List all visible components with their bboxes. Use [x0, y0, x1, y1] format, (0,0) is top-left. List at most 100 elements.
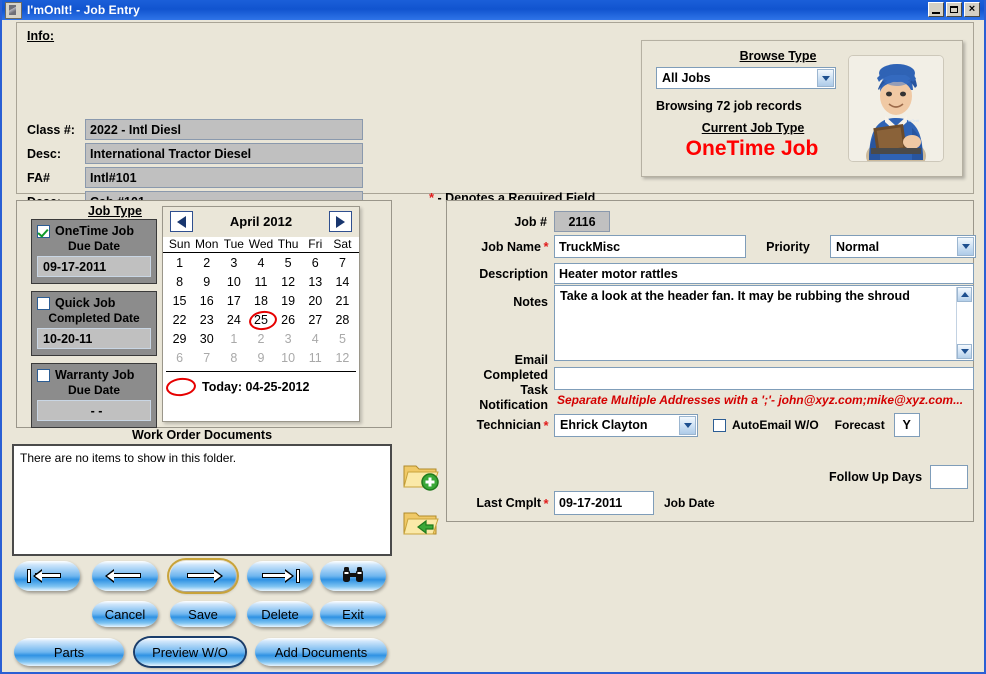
exit-button[interactable]: Exit — [320, 601, 386, 627]
job-name-input[interactable]: TruckMisc — [554, 235, 746, 258]
parts-button[interactable]: Parts — [14, 638, 124, 666]
calendar-day-cell[interactable]: 25 — [247, 310, 274, 329]
calendar-day-cell[interactable]: 30 — [193, 329, 220, 348]
previous-record-button[interactable] — [92, 561, 158, 591]
calendar-day-cell[interactable]: 9 — [247, 348, 274, 367]
maximize-button[interactable] — [946, 2, 962, 17]
calendar-day-cell[interactable]: 29 — [166, 329, 193, 348]
calendar-day-cell[interactable]: 22 — [166, 310, 193, 329]
job-type-onetime[interactable]: OneTime Job Due Date 09-17-2011 — [31, 219, 157, 284]
first-record-button[interactable] — [14, 561, 80, 591]
calendar-day-cell[interactable]: 5 — [275, 253, 302, 272]
onetime-date-value[interactable]: 09-17-2011 — [37, 256, 151, 277]
chevron-down-icon[interactable] — [817, 69, 834, 87]
calendar-day-cell[interactable]: 11 — [247, 272, 274, 291]
calendar-day-cell[interactable]: 14 — [329, 272, 356, 291]
calendar-day-cell[interactable]: 19 — [275, 291, 302, 310]
notes-textarea[interactable]: Take a look at the header fan. It may be… — [554, 285, 974, 361]
calendar-day-cell[interactable]: 3 — [220, 253, 247, 272]
calendar-day-cell[interactable]: 2 — [247, 329, 274, 348]
folder-open-icon[interactable] — [402, 505, 440, 539]
calendar-day-cell[interactable]: 4 — [247, 253, 274, 272]
quick-job-checkbox[interactable] — [37, 296, 50, 310]
delete-button[interactable]: Delete — [247, 601, 313, 627]
browse-type-select[interactable]: All Jobs — [656, 67, 836, 89]
minimize-button[interactable] — [928, 2, 944, 17]
last-cmplt-input[interactable]: 09-17-2011 — [554, 491, 654, 515]
calendar-day-cell[interactable]: 16 — [193, 291, 220, 310]
warranty-date-value[interactable]: - - — [37, 400, 151, 421]
scroll-up-icon[interactable] — [957, 287, 972, 302]
followup-input[interactable] — [930, 465, 969, 489]
info-row-desc1: Desc: International Tractor Diesel — [27, 143, 363, 164]
calendar-day-cell[interactable]: 12 — [329, 348, 356, 367]
calendar-day-cell[interactable]: 8 — [220, 348, 247, 367]
email-input[interactable] — [554, 367, 974, 390]
calendar-day-cell[interactable]: 8 — [166, 272, 193, 291]
info-value-desc1: International Tractor Diesel — [85, 143, 363, 164]
calendar-day-cell[interactable]: 2 — [193, 253, 220, 272]
calendar-day-cell[interactable]: 24 — [220, 310, 247, 329]
warranty-job-checkbox[interactable] — [37, 368, 50, 382]
close-button[interactable]: × — [964, 2, 980, 17]
calendar-day-headers: Sun Mon Tue Wed Thu Fri Sat — [163, 237, 359, 253]
next-record-button[interactable] — [167, 558, 239, 594]
email-hint-text: Separate Multiple Addresses with a ';'- … — [557, 393, 964, 407]
cancel-button[interactable]: Cancel — [92, 601, 158, 627]
next-month-icon[interactable] — [329, 211, 352, 232]
calendar-day-cell[interactable]: 9 — [193, 272, 220, 291]
current-job-type-label: Current Job Type — [701, 121, 805, 135]
preview-wo-button[interactable]: Preview W/O — [135, 638, 245, 666]
calendar-day-cell[interactable]: 6 — [302, 253, 329, 272]
forecast-input[interactable]: Y — [893, 413, 920, 437]
work-order-documents-title: Work Order Documents — [131, 428, 273, 442]
calendar-day-cell[interactable]: 10 — [220, 272, 247, 291]
calendar-day-cell[interactable]: 21 — [329, 291, 356, 310]
calendar-day-cell[interactable]: 23 — [193, 310, 220, 329]
folder-add-icon[interactable] — [402, 458, 440, 492]
quick-date-value[interactable]: 10-20-11 — [37, 328, 151, 349]
chevron-down-icon[interactable] — [957, 237, 974, 256]
job-type-quick[interactable]: Quick Job Completed Date 10-20-11 — [31, 291, 157, 356]
calendar-day-cell[interactable]: 7 — [329, 253, 356, 272]
calendar-day-cell[interactable]: 11 — [302, 348, 329, 367]
calendar-day-cell[interactable]: 3 — [275, 329, 302, 348]
job-entry-window: I'mOnIt! - Job Entry × Info: Class #: 20… — [0, 0, 986, 674]
last-record-button[interactable] — [247, 561, 313, 591]
info-value-fa: Intl#101 — [85, 167, 363, 188]
scroll-down-icon[interactable] — [957, 344, 972, 359]
autoemail-checkbox[interactable] — [713, 418, 726, 432]
calendar-day-cell[interactable]: 10 — [275, 348, 302, 367]
onetime-job-checkbox[interactable] — [37, 224, 50, 238]
technician-select[interactable]: Ehrick Clayton — [554, 413, 698, 437]
work-order-documents-list[interactable]: There are no items to show in this folde… — [12, 444, 392, 556]
followup-label: Follow Up Days — [829, 470, 923, 484]
calendar-day-cell[interactable]: 13 — [302, 272, 329, 291]
calendar-day-header: Fri — [308, 237, 323, 251]
description-input[interactable]: Heater motor rattles — [554, 263, 974, 284]
calendar-day-cell[interactable]: 26 — [275, 310, 302, 329]
calendar-day-cell[interactable]: 18 — [247, 291, 274, 310]
calendar-day-cell[interactable]: 6 — [166, 348, 193, 367]
technician-required: * — [543, 417, 549, 433]
calendar-day-cell[interactable]: 28 — [329, 310, 356, 329]
priority-select[interactable]: Normal — [830, 235, 976, 258]
job-type-warranty[interactable]: Warranty Job Due Date - - — [31, 363, 157, 428]
add-documents-button[interactable]: Add Documents — [255, 638, 387, 666]
calendar-day-cell[interactable]: 5 — [329, 329, 356, 348]
find-record-button[interactable] — [320, 561, 386, 591]
technician-selected-value: Ehrick Clayton — [560, 418, 648, 432]
calendar-day-cell[interactable]: 1 — [220, 329, 247, 348]
calendar-day-cell[interactable]: 4 — [302, 329, 329, 348]
calendar-day-cell[interactable]: 15 — [166, 291, 193, 310]
calendar-day-cell[interactable]: 17 — [220, 291, 247, 310]
calendar-day-cell[interactable]: 27 — [302, 310, 329, 329]
notes-scrollbar[interactable] — [956, 287, 972, 359]
calendar-day-cell[interactable]: 1 — [166, 253, 193, 272]
save-button[interactable]: Save — [170, 601, 236, 627]
calendar-day-cell[interactable]: 12 — [275, 272, 302, 291]
calendar-day-cell[interactable]: 20 — [302, 291, 329, 310]
chevron-down-icon[interactable] — [679, 415, 696, 435]
calendar-day-header: Mon — [195, 237, 219, 251]
calendar-day-cell[interactable]: 7 — [193, 348, 220, 367]
